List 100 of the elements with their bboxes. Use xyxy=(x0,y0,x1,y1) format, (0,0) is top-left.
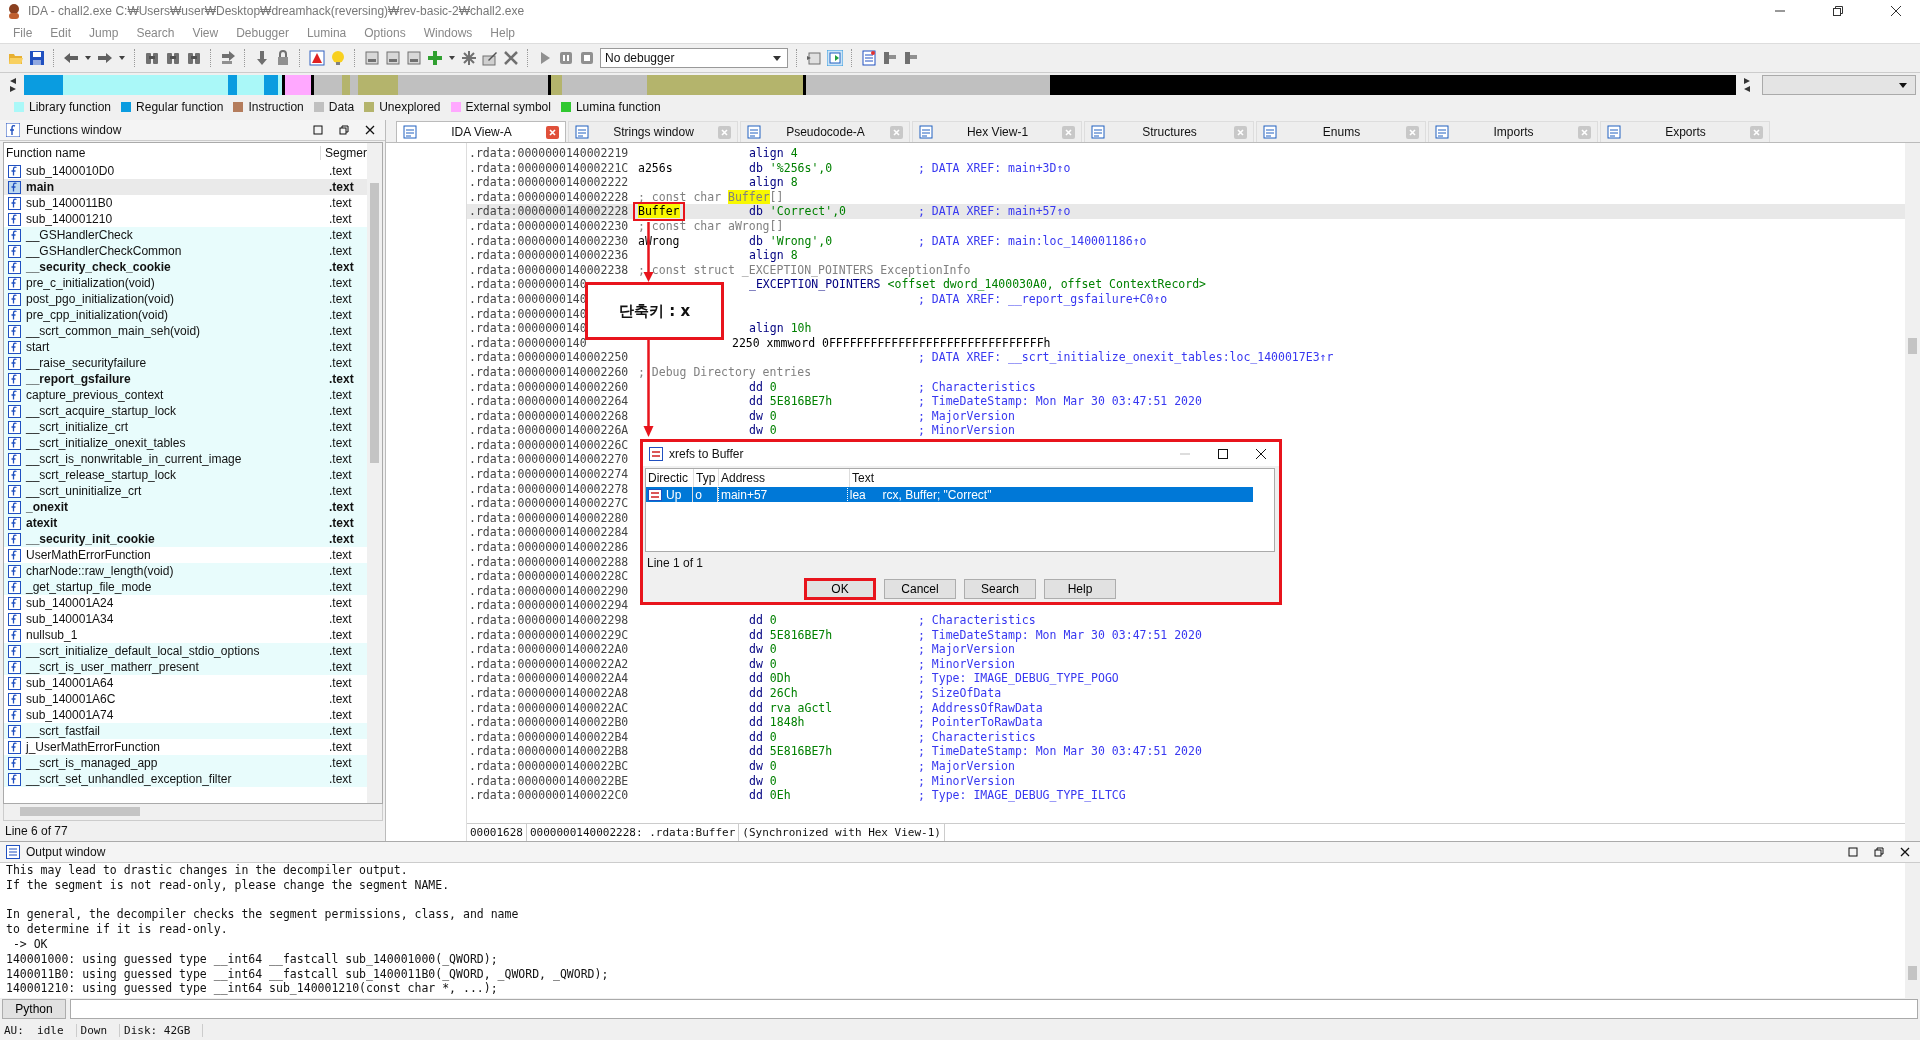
dialog-button[interactable]: Cancel xyxy=(884,579,956,599)
dialog-button[interactable]: Search xyxy=(964,579,1036,599)
function-row[interactable]: __scrt_initialize_crt .text xyxy=(4,419,367,435)
function-row[interactable]: _get_startup_file_mode .text xyxy=(4,579,367,595)
pencil-icon[interactable] xyxy=(482,50,498,66)
function-row[interactable]: __scrt_set_unhandled_exception_filter .text xyxy=(4,771,367,787)
command-input[interactable] xyxy=(70,999,1918,1019)
cross-icon[interactable] xyxy=(503,50,519,66)
scrollbar[interactable] xyxy=(1905,143,1920,841)
column-header[interactable]: Function name xyxy=(4,146,321,160)
function-row[interactable]: __GSHandlerCheck .text xyxy=(4,227,367,243)
document-icon[interactable] xyxy=(406,50,422,66)
binoculars-icon[interactable] xyxy=(165,50,181,66)
tool-icon[interactable] xyxy=(882,50,898,66)
restore-icon[interactable] xyxy=(1832,5,1844,17)
navigator-band[interactable] xyxy=(24,75,1736,95)
bulb-icon[interactable] xyxy=(330,50,346,66)
binoculars-icon[interactable] xyxy=(186,50,202,66)
back-arrow-icon[interactable] xyxy=(63,50,79,66)
function-row[interactable]: main .text xyxy=(4,179,367,195)
warning-icon[interactable] xyxy=(309,50,325,66)
tab[interactable]: Strings window xyxy=(568,121,738,142)
lock-icon[interactable] xyxy=(275,50,291,66)
menu-item[interactable]: Options xyxy=(355,25,415,40)
tab[interactable]: IDA View-A xyxy=(396,121,566,142)
debugger-icon[interactable] xyxy=(806,50,822,66)
close-icon[interactable] xyxy=(1900,847,1910,857)
stop-icon[interactable] xyxy=(579,50,595,66)
jump-icon[interactable] xyxy=(220,50,236,66)
scroll-arrows-icon[interactable] xyxy=(8,76,18,94)
function-row[interactable]: __scrt_is_managed_app .text xyxy=(4,755,367,771)
ok-button[interactable]: OK xyxy=(807,581,873,597)
function-row[interactable]: charNode::raw_length(void) .text xyxy=(4,563,367,579)
scrollbar[interactable] xyxy=(367,143,382,803)
document-icon[interactable] xyxy=(364,50,380,66)
menu-item[interactable]: Windows xyxy=(414,25,482,40)
forward-arrow-icon[interactable] xyxy=(97,50,113,66)
function-row[interactable]: __scrt_uninitialize_crt .text xyxy=(4,483,367,499)
label-text[interactable]: Buffer xyxy=(638,204,680,219)
function-row[interactable]: post_pgo_initialization(void) .text xyxy=(4,291,367,307)
menu-item[interactable]: Edit xyxy=(41,25,81,40)
maximize-icon[interactable] xyxy=(313,125,323,135)
menu-item[interactable]: File xyxy=(4,25,42,40)
function-row[interactable]: __scrt_initialize_default_local_stdio_options .text xyxy=(4,643,367,659)
binoculars-icon[interactable] xyxy=(144,50,160,66)
tab[interactable]: Structures xyxy=(1084,121,1254,142)
document-icon[interactable] xyxy=(385,50,401,66)
tab[interactable]: Enums xyxy=(1256,121,1426,142)
label-text[interactable]: a256s xyxy=(638,160,673,175)
menu-item[interactable]: Lumina xyxy=(297,25,356,40)
function-row[interactable]: capture_previous_context .text xyxy=(4,387,367,403)
function-row[interactable]: __scrt_is_nonwritable_in_current_image .text xyxy=(4,451,367,467)
down-arrow-icon[interactable] xyxy=(254,50,270,66)
function-row[interactable]: __report_gsfailure .text xyxy=(4,371,367,387)
float-icon[interactable] xyxy=(339,125,349,135)
menu-item[interactable]: View xyxy=(183,25,228,40)
xref-row[interactable]: Up o main+57 lea rcx, Buffer; "Correct" xyxy=(646,487,1253,502)
function-row[interactable]: __scrt_fastfail .text xyxy=(4,723,367,739)
function-row[interactable]: start .text xyxy=(4,339,367,355)
function-row[interactable]: atexit .text xyxy=(4,515,367,531)
maximize-icon[interactable] xyxy=(1848,847,1858,857)
function-row[interactable]: pre_c_initialization(void) .text xyxy=(4,275,367,291)
close-icon[interactable] xyxy=(1255,448,1267,460)
tool-icon[interactable] xyxy=(903,50,919,66)
menu-item[interactable]: Help xyxy=(481,25,524,40)
function-row[interactable]: __scrt_is_user_matherr_present .text xyxy=(4,659,367,675)
function-row[interactable]: pre_cpp_initialization(void) .text xyxy=(4,307,367,323)
asterisk-icon[interactable] xyxy=(461,50,477,66)
float-icon[interactable] xyxy=(1874,847,1884,857)
menu-item[interactable]: Debugger xyxy=(227,25,298,40)
scrollbar[interactable] xyxy=(3,804,383,821)
function-row[interactable]: __scrt_common_main_seh(void) .text xyxy=(4,323,367,339)
function-row[interactable]: __security_init_cookie .text xyxy=(4,531,367,547)
scroll-arrows-icon[interactable] xyxy=(1742,76,1752,94)
maximize-icon[interactable] xyxy=(1217,448,1229,460)
list-icon[interactable] xyxy=(861,50,877,66)
function-row[interactable]: __scrt_acquire_startup_lock .text xyxy=(4,403,367,419)
close-icon[interactable] xyxy=(1890,5,1902,17)
scrollbar[interactable] xyxy=(1905,863,1920,998)
language-button[interactable]: Python xyxy=(2,999,66,1019)
tab[interactable]: Hex View-1 xyxy=(912,121,1082,142)
tab[interactable]: Exports xyxy=(1600,121,1770,142)
function-row[interactable]: __scrt_release_startup_lock .text xyxy=(4,467,367,483)
function-row[interactable]: __security_check_cookie .text xyxy=(4,259,367,275)
menu-item[interactable]: Jump xyxy=(80,25,128,40)
function-row[interactable]: __scrt_initialize_onexit_tables .text xyxy=(4,435,367,451)
column-header[interactable]: Text xyxy=(850,469,1262,487)
plus-icon[interactable] xyxy=(427,50,443,66)
debugger-icon[interactable] xyxy=(827,50,843,66)
close-icon[interactable] xyxy=(365,125,375,135)
pause-icon[interactable] xyxy=(558,50,574,66)
function-row[interactable]: _onexit .text xyxy=(4,499,367,515)
debugger-dropdown[interactable]: No debugger xyxy=(600,48,788,68)
function-row[interactable]: __raise_securityfailure .text xyxy=(4,355,367,371)
dialog-button[interactable]: Help xyxy=(1044,579,1116,599)
column-header[interactable]: Segmer xyxy=(320,146,367,160)
function-row[interactable]: __GSHandlerCheckCommon .text xyxy=(4,243,367,259)
menu-item[interactable]: Search xyxy=(127,25,184,40)
tab[interactable]: Pseudocode-A xyxy=(740,121,910,142)
tab[interactable]: Imports xyxy=(1428,121,1598,142)
